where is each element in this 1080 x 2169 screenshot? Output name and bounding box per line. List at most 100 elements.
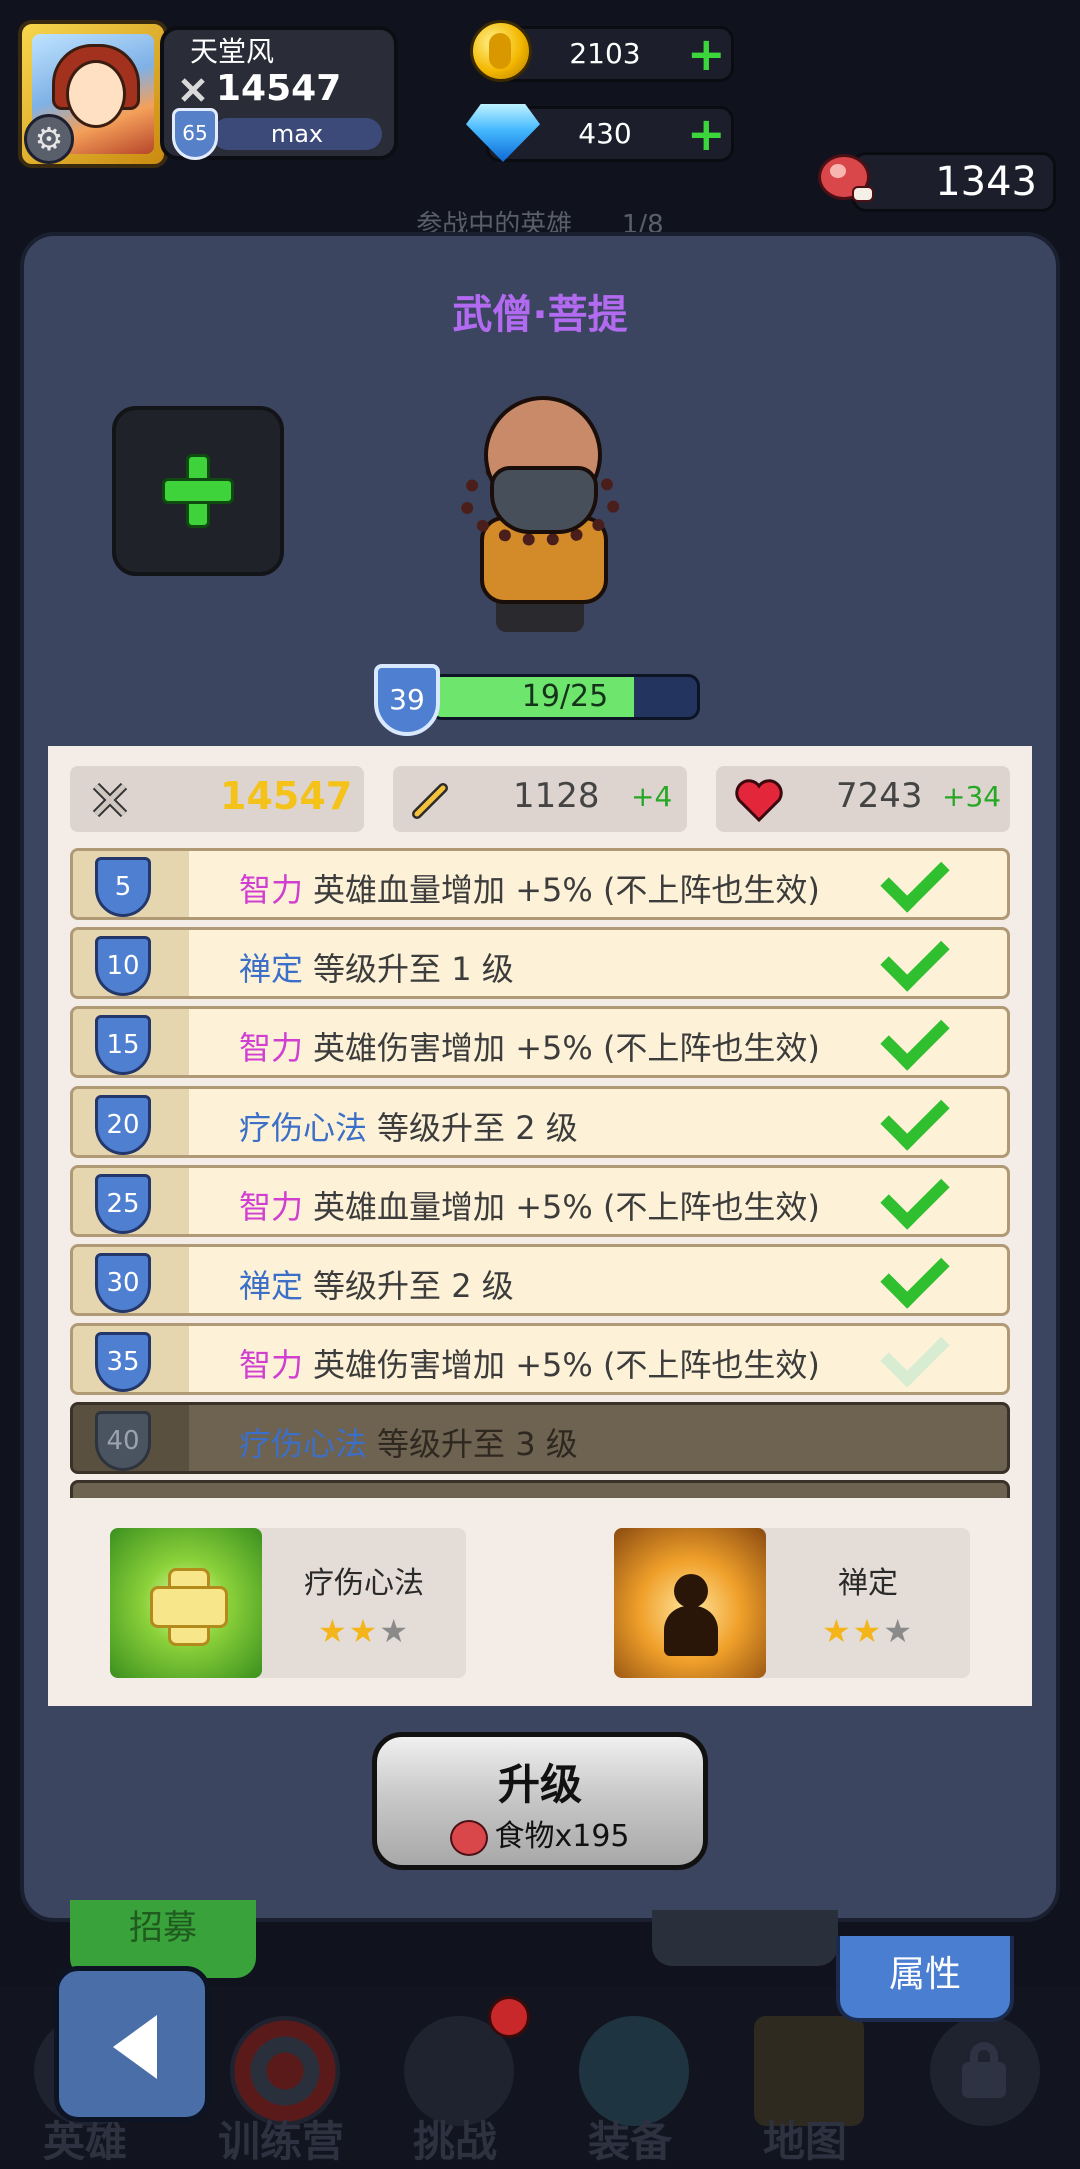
brush-attack-icon	[412, 783, 448, 819]
add-gold-button[interactable]: +	[687, 31, 726, 77]
hero-xp-bar: 19/25	[430, 674, 700, 720]
gem-value: 430	[578, 117, 632, 150]
skill-card-meditation[interactable]: 禅定 ★★★	[614, 1528, 970, 1678]
talent-row: 10 禅定 等级升至 1 级	[70, 922, 1010, 999]
add-gem-button[interactable]: +	[687, 111, 726, 157]
talent-level-badge: 30	[95, 1253, 151, 1313]
back-arrow-icon	[113, 2015, 157, 2079]
notification-dot	[488, 1996, 530, 2038]
player-power: 14547	[180, 68, 341, 109]
star-icon: ★★	[317, 1612, 380, 1650]
meat-icon	[450, 1819, 489, 1856]
upgrade-label: 升级	[497, 1760, 582, 1809]
nav-training[interactable]: 训练营	[196, 1996, 366, 2166]
talent-description: 智力 英雄伤害增加 +5% (不上阵也生效)	[239, 1023, 820, 1069]
talent-row: 30 禅定 等级升至 2 级	[70, 1239, 1010, 1316]
hp-stat: 7243 +34	[716, 766, 1010, 832]
check-icon	[880, 922, 950, 992]
crossed-swords-icon	[92, 782, 128, 818]
talent-key: 禅定	[239, 1267, 304, 1305]
check-icon	[880, 1318, 950, 1388]
hero-level-badge: 39	[374, 664, 440, 736]
player-level-bar: max	[212, 118, 382, 150]
heart-icon	[735, 779, 783, 822]
talent-row: 20 疗伤心法 等级升至 2 级	[70, 1081, 1010, 1158]
talent-effect: 英雄血量增加 +5% (不上阵也生效)	[313, 1188, 820, 1226]
back-button[interactable]	[54, 1966, 210, 2122]
lock-icon	[956, 2040, 1012, 2098]
talent-effect: 英雄血量增加 +5% (不上阵也生效)	[313, 871, 820, 909]
talent-description: 智力 英雄伤害增加 +5% (不上阵也生效)	[239, 1340, 820, 1386]
upgrade-cost-text: 食物x195	[494, 1819, 630, 1854]
talent-row: 5 智力 英雄血量增加 +5% (不上阵也生效)	[70, 848, 1010, 920]
upgrade-button[interactable]: 升级 食物x195	[372, 1732, 708, 1870]
star-icon: ★★	[821, 1612, 884, 1650]
talent-level-badge: 25	[95, 1174, 151, 1234]
check-icon	[880, 1160, 950, 1230]
talent-key: 智力	[239, 1346, 304, 1384]
add-equipment-slot[interactable]	[112, 406, 284, 576]
hero-portrait	[440, 396, 640, 636]
skill-stars: ★★★	[766, 1612, 970, 1650]
talent-level-badge: 5	[95, 857, 151, 917]
talent-level-badge: 35	[95, 1332, 151, 1392]
tab-attributes[interactable]: 属性	[836, 1936, 1014, 2022]
talent-effect: 等级升至 1 级	[313, 950, 514, 988]
crossed-swords-icon	[181, 78, 205, 102]
hero-xp-text: 19/25	[521, 679, 609, 714]
skill-card-healing[interactable]: 疗伤心法 ★★★	[110, 1528, 466, 1678]
nav-challenge[interactable]: 挑战	[370, 1996, 540, 2166]
talent-level-badge: 20	[95, 1095, 151, 1155]
meat-counter: 1343	[852, 152, 1056, 212]
hero-name: 武僧·菩提	[452, 292, 628, 338]
talent-description: 禅定 等级升至 2 级	[239, 1261, 514, 1307]
talent-effect: 等级升至 3 级	[377, 1425, 578, 1463]
talent-effect: 英雄伤害增加 +5% (不上阵也生效)	[313, 1029, 820, 1067]
player-level-label: max	[270, 120, 324, 148]
talent-key: 智力	[239, 871, 304, 909]
talent-description: 智力 英雄血量增加 +5% (不上阵也生效)	[239, 865, 820, 911]
meditation-icon	[614, 1528, 766, 1678]
talent-key: 疗伤心法	[239, 1109, 368, 1147]
player-power-value: 14547	[216, 68, 342, 109]
attack-stat-bonus: +4	[631, 780, 673, 813]
attack-stat: 1128 +4	[393, 766, 687, 832]
talent-key: 禅定	[239, 950, 304, 988]
skill-stars: ★★★	[262, 1612, 466, 1650]
skill-name: 禅定	[838, 1566, 898, 1601]
talent-level-badge: 40	[95, 1411, 151, 1471]
star-empty-icon: ★	[379, 1612, 411, 1650]
star-empty-icon: ★	[883, 1612, 915, 1650]
player-level-badge: 65	[172, 108, 218, 160]
talent-description: 疗伤心法 等级升至 3 级	[239, 1419, 578, 1465]
talent-effect: 等级升至 2 级	[313, 1267, 514, 1305]
gear-icon[interactable]: ⚙	[24, 114, 74, 164]
hp-stat-value: 7243	[836, 776, 923, 816]
talent-row: 25 智力 英雄血量增加 +5% (不上阵也生效)	[70, 1160, 1010, 1237]
talent-row: 15 智力 英雄伤害增加 +5% (不上阵也生效)	[70, 1001, 1010, 1078]
talent-row	[70, 1480, 1010, 1498]
hp-stat-bonus: +34	[942, 780, 1002, 813]
check-icon	[880, 1001, 950, 1071]
talent-description: 智力 英雄血量增加 +5% (不上阵也生效)	[239, 1182, 820, 1228]
healing-cross-icon	[110, 1528, 262, 1678]
player-name: 天堂风	[190, 35, 275, 68]
upgrade-cost: 食物x195	[377, 1811, 703, 1856]
gold-value: 2103	[569, 37, 641, 70]
talent-effect: 英雄伤害增加 +5% (不上阵也生效)	[313, 1346, 820, 1384]
background-tab[interactable]	[652, 1910, 838, 1966]
talent-list[interactable]: 5 智力 英雄血量增加 +5% (不上阵也生效) 10 禅定 等级升至 1 级 15 智力 英雄…	[70, 848, 1012, 1498]
talent-key: 智力	[239, 1188, 304, 1226]
check-icon	[880, 848, 950, 913]
talent-effect: 等级升至 2 级	[377, 1109, 578, 1147]
power-stat: 14547	[70, 766, 364, 832]
gold-coin-icon	[470, 20, 532, 82]
power-stat-value: 14547	[220, 774, 353, 818]
talent-level-badge: 10	[95, 936, 151, 996]
talent-description: 疗伤心法 等级升至 2 级	[239, 1103, 578, 1149]
talent-description: 禅定 等级升至 1 级	[239, 944, 514, 990]
nav-equipment[interactable]: 装备	[545, 1996, 715, 2166]
talent-key: 智力	[239, 1029, 304, 1067]
talent-key: 疗伤心法	[239, 1425, 368, 1463]
check-icon	[880, 1081, 950, 1151]
